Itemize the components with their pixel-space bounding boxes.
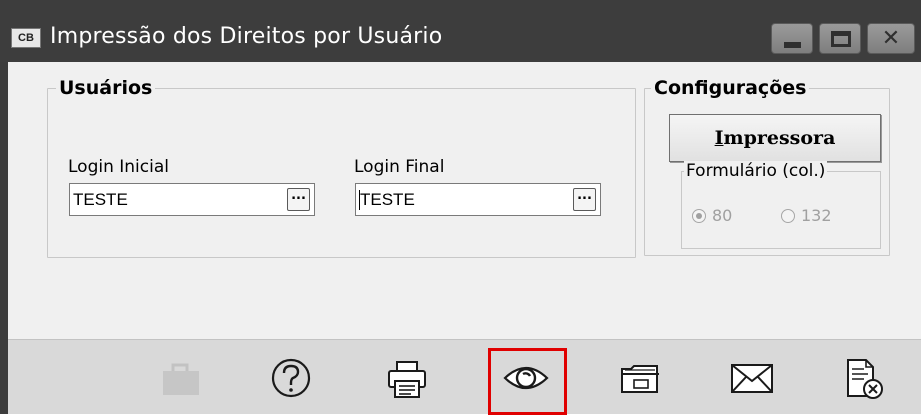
config-group: Configurações Impressora Formulário (col… (644, 77, 890, 256)
users-group: Usuários Login Inicial TESTE ... Login F… (47, 77, 636, 258)
briefcase-button (160, 356, 210, 406)
close-document-button[interactable] (840, 356, 890, 406)
login-final-lookup-button[interactable]: ... (573, 188, 596, 211)
printer-icon (388, 361, 426, 398)
login-final-label: Login Final (354, 157, 445, 177)
maximize-button[interactable] (819, 23, 861, 54)
open-folder-button[interactable] (617, 356, 667, 406)
title-bar[interactable]: CB Impressão dos Direitos por Usuário ✕ (0, 0, 921, 62)
form-columns-group: Formulário (col.) 80 132 (681, 161, 881, 249)
radio-132-columns[interactable]: 132 (781, 206, 832, 225)
app-window: CB Impressão dos Direitos por Usuário ✕ … (0, 0, 921, 415)
print-button[interactable] (383, 356, 433, 406)
login-inicial-label: Login Inicial (68, 157, 169, 177)
users-group-legend: Usuários (56, 77, 156, 99)
send-mail-button[interactable] (728, 356, 778, 406)
login-final-input[interactable]: TESTE ... (355, 183, 601, 216)
briefcase-icon (163, 363, 199, 395)
window-title: Impressão dos Direitos por Usuário (50, 24, 443, 49)
login-inicial-value: TESTE (73, 190, 128, 209)
radio-80-label: 80 (712, 206, 733, 225)
help-icon (271, 358, 311, 398)
printer-button[interactable]: Impressora (669, 114, 881, 162)
maximize-icon (831, 31, 851, 47)
login-inicial-lookup-button[interactable]: ... (287, 188, 310, 211)
close-document-icon (847, 359, 883, 399)
minimize-button[interactable] (771, 23, 813, 54)
close-icon: ✕ (881, 26, 901, 51)
open-folder-icon (621, 365, 659, 393)
dialog-body: Usuários Login Inicial TESTE ... Login F… (8, 62, 921, 415)
preview-eye-icon (503, 366, 549, 390)
radio-132-label: 132 (801, 206, 832, 225)
app-icon: CB (11, 28, 41, 48)
close-button[interactable]: ✕ (867, 23, 915, 54)
form-columns-legend: Formulário (col.) (684, 161, 828, 181)
login-inicial-input[interactable]: TESTE ... (69, 183, 315, 216)
radio-132-dot (781, 208, 795, 223)
config-group-legend: Configurações (651, 77, 810, 99)
preview-button[interactable] (502, 356, 552, 406)
printer-button-mnemonic: I (714, 127, 724, 149)
help-button[interactable] (267, 356, 317, 406)
login-final-value: TESTE (359, 190, 415, 210)
mail-icon (731, 364, 773, 393)
minimize-icon (784, 42, 801, 48)
printer-button-label: mpressora (723, 127, 836, 149)
radio-80-columns[interactable]: 80 (692, 206, 732, 225)
radio-80-dot (692, 208, 706, 223)
bottom-toolbar (8, 339, 921, 415)
